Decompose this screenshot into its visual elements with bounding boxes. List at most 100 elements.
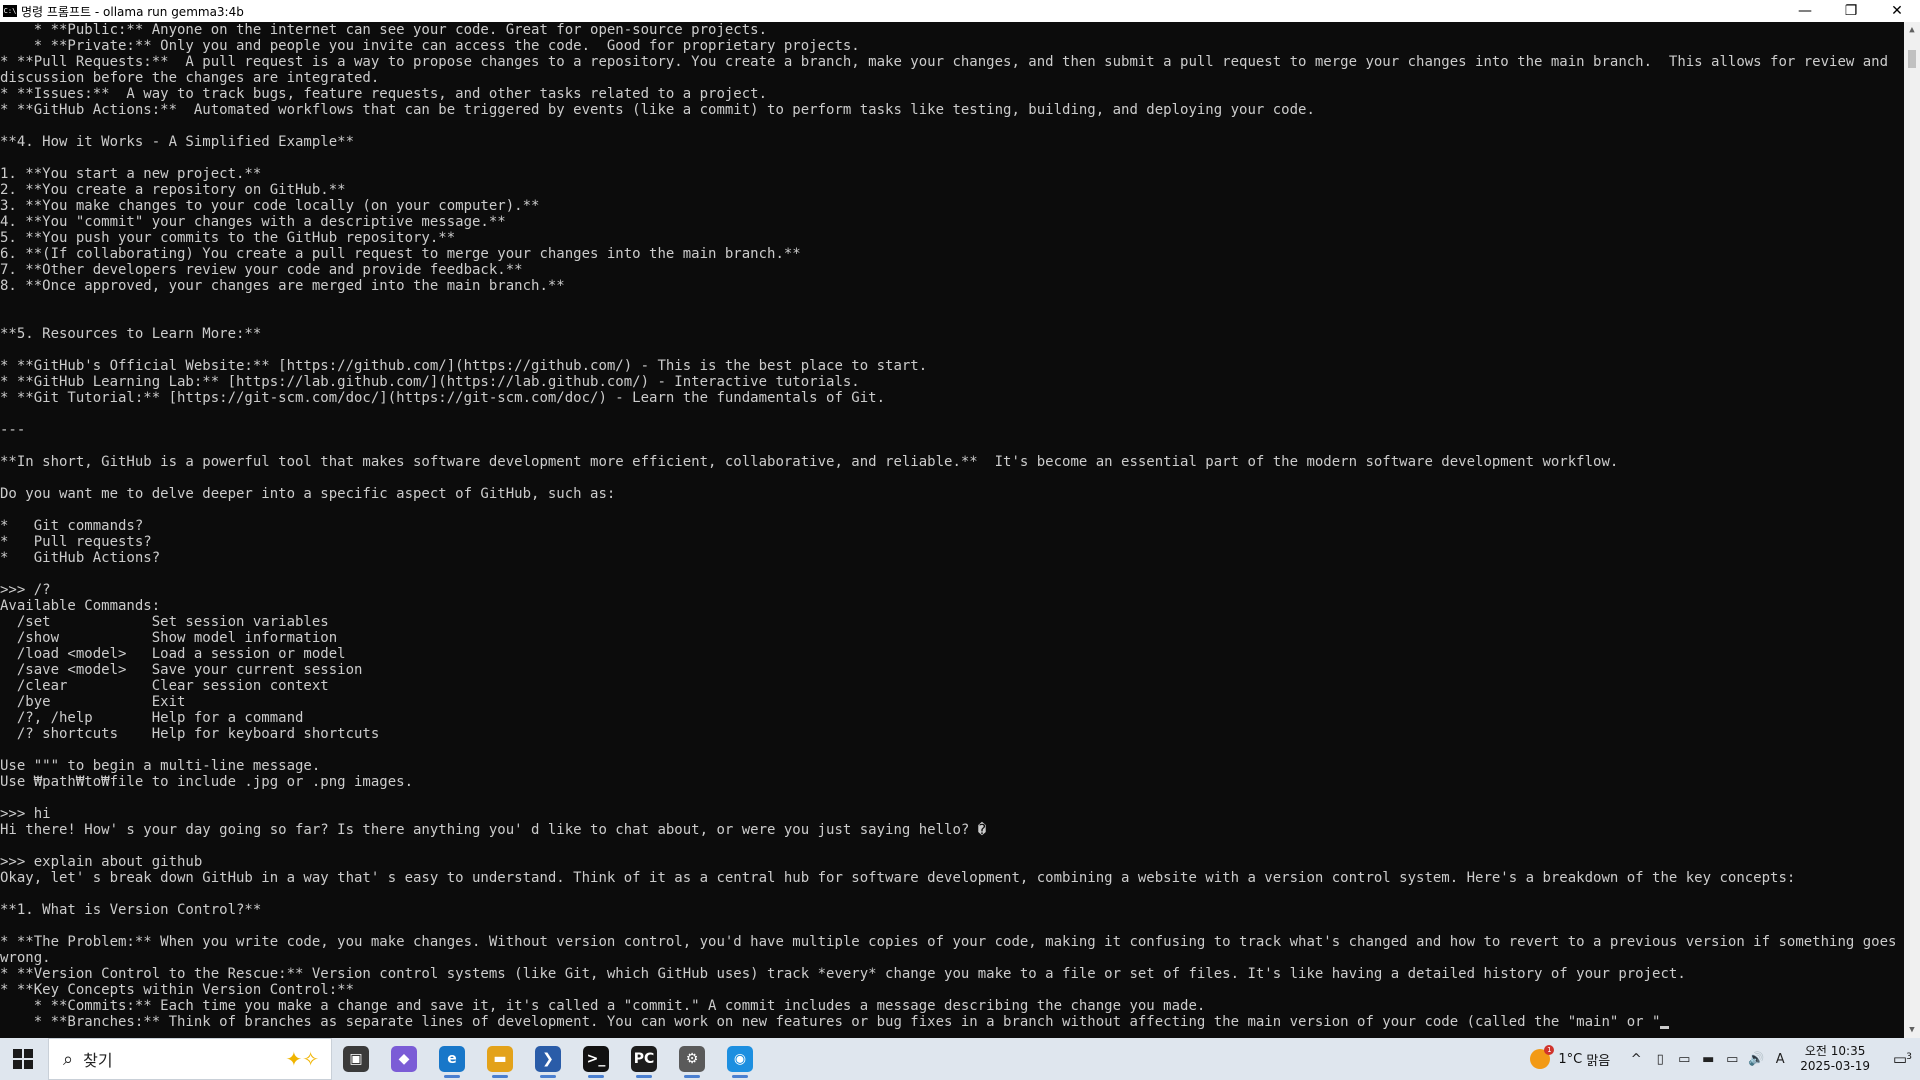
console-line: * Git commands?	[0, 518, 144, 534]
taskbar-search-box[interactable]: ⌕ 찾기 ✦✧	[48, 1038, 332, 1080]
weather-badge: 1	[1544, 1045, 1555, 1055]
console-line: * **The Problem:** When you write code, …	[0, 934, 1897, 950]
notification-icon: ▭	[1892, 1050, 1908, 1068]
console-line: * GitHub Actions?	[0, 550, 161, 566]
battery-icon[interactable]: ▬	[1696, 1052, 1720, 1067]
console-line: **5. Resources to Learn More:**	[0, 326, 262, 342]
scrollbar-thumb[interactable]	[1908, 50, 1916, 68]
device-icon[interactable]: ▯	[1648, 1052, 1672, 1067]
console-line: 6. **(If collaborating) You create a pul…	[0, 246, 801, 262]
display-icon[interactable]: ▭	[1672, 1052, 1696, 1067]
console-line: 3. **You make changes to your code local…	[0, 198, 540, 214]
notification-center-button[interactable]: ▭ 3	[1880, 1050, 1920, 1068]
console-line: **1. What is Version Control?**	[0, 902, 262, 918]
console-line: discussion before the changes are integr…	[0, 70, 380, 86]
taskbar-terminal-button[interactable]: >_	[572, 1038, 620, 1080]
console-line: 4. **You "commit" your changes with a de…	[0, 214, 506, 230]
windows-logo-icon	[13, 1049, 33, 1069]
console-line: ---	[0, 422, 26, 438]
console-line: * **Version Control to the Rescue:** Ver…	[0, 966, 1686, 982]
minimize-button[interactable]: —	[1782, 0, 1828, 22]
taskbar-file-explorer-button[interactable]: ▬	[476, 1038, 524, 1080]
console-line: * **Private:** Only you and people you i…	[0, 38, 860, 54]
text-cursor	[1660, 1026, 1670, 1029]
scroll-up-arrow-icon[interactable]: ▲	[1904, 22, 1920, 38]
window-titlebar[interactable]: C:\ 명령 프롬프트 - ollama run gemma3:4b — ❐ ✕	[0, 0, 1920, 22]
console-line: >>> hi	[0, 806, 51, 822]
console-line: * **Key Concepts within Version Control:…	[0, 982, 355, 998]
taskbar-clock[interactable]: 오전 10:35 2025-03-19	[1800, 1044, 1870, 1074]
taskbar-task-view-button[interactable]: ▣	[332, 1038, 380, 1080]
taskbar-docker-button[interactable]: ◉	[716, 1038, 764, 1080]
console-line: 2. **You create a repository on GitHub.*…	[0, 182, 346, 198]
window-title: 명령 프롬프트 - ollama run gemma3:4b	[21, 4, 244, 19]
task-view-icon: ▣	[343, 1046, 369, 1072]
network-icon[interactable]: ▭	[1720, 1052, 1744, 1067]
console-line: /save <model> Save your current session	[0, 662, 363, 678]
taskbar: ⌕ 찾기 ✦✧ ▣ ◆ e ▬ ❯ >_ PC ⚙ ◉ 1 1°C 맑음 ^ ▯ ▭ ▬ ▭ 🔊…	[0, 1038, 1920, 1080]
show-hidden-icons-chevron-icon[interactable]: ^	[1624, 1052, 1648, 1067]
scroll-down-arrow-icon[interactable]: ▼	[1904, 1022, 1920, 1038]
taskbar-settings-button[interactable]: ⚙	[668, 1038, 716, 1080]
console-line: **In short, GitHub is a powerful tool th…	[0, 454, 1619, 470]
weather-condition: 맑음	[1586, 1053, 1611, 1069]
console-output[interactable]: * **Public:** Anyone on the internet can…	[0, 22, 1904, 1038]
clock-time: 오전 10:35	[1804, 1044, 1866, 1058]
copilot-icon: ◆	[391, 1046, 417, 1072]
docker-icon: ◉	[727, 1046, 753, 1072]
vertical-scrollbar[interactable]: ▲ ▼	[1904, 22, 1920, 1038]
console-line: 8. **Once approved, your changes are mer…	[0, 278, 565, 294]
console-line: /set Set session variables	[0, 614, 329, 630]
restore-button[interactable]: ❐	[1828, 0, 1874, 22]
console-line: * **Commits:** Each time you make a chan…	[0, 998, 1206, 1014]
volume-icon[interactable]: 🔊	[1744, 1052, 1768, 1067]
weather-widget[interactable]: 1 1°C 맑음	[1530, 1045, 1611, 1069]
edge-icon: e	[439, 1046, 465, 1072]
search-icon: ⌕	[63, 1048, 74, 1070]
taskbar-apps: ▣ ◆ e ▬ ❯ >_ PC ⚙ ◉	[332, 1038, 764, 1080]
console-line: /load <model> Load a session or model	[0, 646, 346, 662]
console-line: **4. How it Works - A Simplified Example…	[0, 134, 355, 150]
system-tray: 1 1°C 맑음 ^ ▯ ▭ ▬ ▭ 🔊 A 오전 10:35 2025-03-…	[1530, 1038, 1920, 1080]
console-line: * **GitHub Learning Lab:** [https://lab.…	[0, 374, 860, 390]
console-line: /?, /help Help for a command	[0, 710, 304, 726]
taskbar-pycharm-button[interactable]: PC	[620, 1038, 668, 1080]
taskbar-powershell-button[interactable]: ❯	[524, 1038, 572, 1080]
console-line: * **Git Tutorial:** [https://git-scm.com…	[0, 390, 886, 406]
console-line: 7. **Other developers review your code a…	[0, 262, 523, 278]
settings-icon: ⚙	[679, 1046, 705, 1072]
console-line: Use ₩path₩to₩file to include .jpg or .pn…	[0, 774, 414, 790]
file-explorer-icon: ▬	[487, 1046, 513, 1072]
taskbar-copilot-button[interactable]: ◆	[380, 1038, 428, 1080]
console-line: * **GitHub Actions:** Automated workflow…	[0, 102, 1315, 118]
console-line: 5. **You push your commits to the GitHub…	[0, 230, 456, 246]
console-line: * **Public:** Anyone on the internet can…	[0, 22, 768, 38]
taskbar-edge-button[interactable]: e	[428, 1038, 476, 1080]
console-line: * **Issues:** A way to track bugs, featu…	[0, 86, 768, 102]
weather-sun-icon: 1	[1530, 1045, 1555, 1069]
console-line: /? shortcuts Help for keyboard shortcuts	[0, 726, 380, 742]
input-method-icon[interactable]: A	[1768, 1052, 1792, 1067]
console-line: 1. **You start a new project.**	[0, 166, 262, 182]
notification-count: 3	[1906, 1052, 1912, 1062]
console-line: /clear Clear session context	[0, 678, 329, 694]
search-placeholder: 찾기	[83, 1051, 113, 1070]
search-highlight-icon: ✦✧	[285, 1047, 319, 1071]
console-line: Okay, let' s break down GitHub in a way …	[0, 870, 1796, 886]
start-button[interactable]	[0, 1038, 46, 1080]
close-button[interactable]: ✕	[1874, 0, 1920, 22]
powershell-icon: ❯	[535, 1046, 561, 1072]
